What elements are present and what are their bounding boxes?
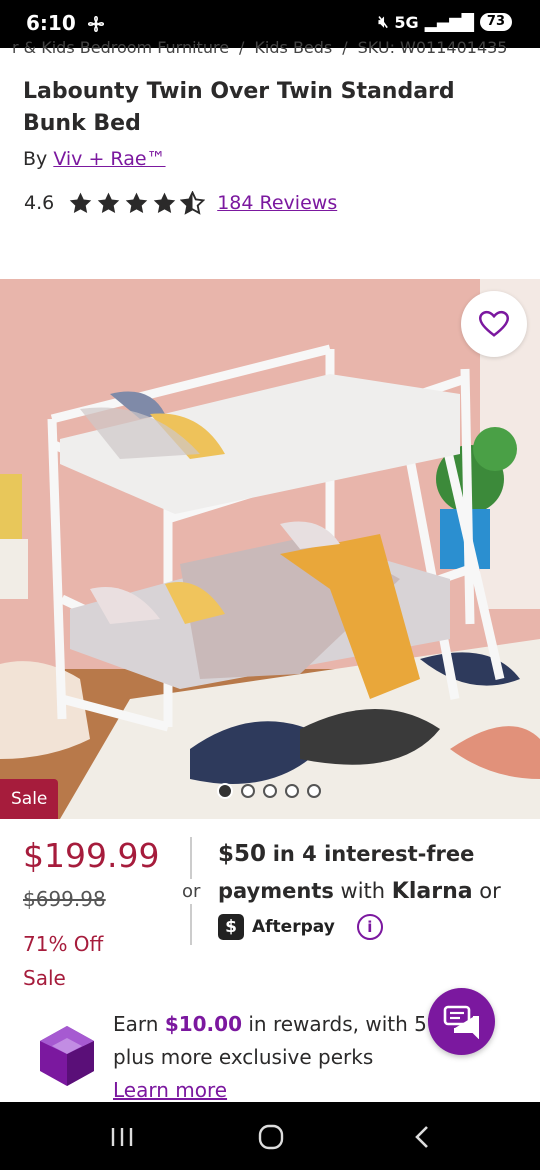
payments-word: payments (218, 879, 334, 903)
learn-more-link[interactable]: Learn more (113, 1078, 227, 1102)
recent-apps-icon[interactable] (107, 1122, 137, 1152)
discount-label: 71% Off Sale (23, 932, 104, 990)
product-title: Labounty Twin Over Twin Standard Bunk Be… (23, 79, 455, 136)
home-icon[interactable] (256, 1122, 286, 1152)
half-star-icon (180, 190, 206, 215)
original-price: $699.98 (23, 887, 106, 911)
rewards-amount: $10.00 (164, 1012, 242, 1036)
with-label: with (340, 879, 386, 903)
star-rating (68, 190, 206, 216)
carousel-dot[interactable] (263, 784, 277, 798)
star-icon (125, 192, 148, 213)
breadcrumb-separator: / (239, 40, 245, 57)
carousel-dots (217, 783, 321, 799)
afterpay-row[interactable]: $ Afterpay i (218, 914, 383, 940)
fan-icon (87, 15, 105, 33)
gem-icon (40, 1026, 94, 1086)
system-nav-bar (0, 1102, 540, 1170)
network-label: 5G (394, 12, 419, 32)
chat-icon (443, 1005, 479, 1039)
carousel-dot[interactable] (241, 784, 255, 798)
product-photo (0, 279, 540, 819)
sale-badge: Sale (0, 779, 59, 819)
star-icon (69, 192, 92, 213)
carousel-dot[interactable] (307, 784, 321, 798)
installment-amount: $50 (218, 841, 267, 867)
or-label: or (182, 879, 201, 904)
breadcrumb-item[interactable]: Kids Beds (254, 40, 332, 57)
klarna-logo[interactable]: Klarna (392, 879, 473, 904)
afterpay-label: Afterpay (252, 917, 335, 937)
signal-icon: ▂▄▆█ (424, 12, 474, 32)
heart-icon (479, 310, 509, 337)
product-image-carousel[interactable]: Sale (0, 279, 540, 819)
star-icon (153, 192, 176, 213)
carousel-dot[interactable] (285, 784, 299, 798)
installment-info: $50 in 4 interest-free payments with Kla… (218, 836, 518, 910)
breadcrumb-separator: / (342, 40, 348, 57)
rewards-text-2: plus more exclusive perks (113, 1045, 374, 1069)
by-label: By (23, 148, 48, 170)
earn-label: Earn (113, 1012, 159, 1036)
mute-icon: 🔇︎ (378, 12, 389, 31)
carousel-dot[interactable] (217, 783, 233, 799)
rating-value: 4.6 (24, 192, 55, 214)
byline: By Viv + Rae™ (23, 148, 166, 170)
info-icon[interactable]: i (356, 914, 383, 940)
brand-link[interactable]: Viv + Rae™ (53, 148, 165, 170)
breadcrumb-item[interactable]: r & Kids Bedroom Furniture (12, 40, 229, 57)
afterpay-icon: $ (218, 914, 244, 940)
rewards-text-1: in rewards, with 5% (248, 1012, 446, 1036)
favorite-button[interactable] (461, 291, 527, 357)
breadcrumb: r & Kids Bedroom Furniture / Kids Beds / SKU… (0, 40, 540, 62)
rating-row: 4.6 184 Reviews (24, 188, 337, 218)
sku-label: SKU: W011401435 (357, 40, 508, 57)
back-icon[interactable] (408, 1122, 438, 1152)
installment-text: in 4 interest-free (272, 842, 475, 866)
status-time: 6:10 (26, 11, 76, 35)
status-indicators: 🔇︎ 5G ▂▄▆█ 73 (378, 12, 512, 32)
battery-indicator: 73 (479, 13, 512, 31)
or-label-2: or (479, 879, 501, 903)
sale-price: $199.99 (23, 836, 160, 875)
chat-button[interactable] (428, 988, 495, 1055)
star-icon (97, 192, 120, 213)
reviews-link[interactable]: 184 Reviews (217, 192, 337, 214)
